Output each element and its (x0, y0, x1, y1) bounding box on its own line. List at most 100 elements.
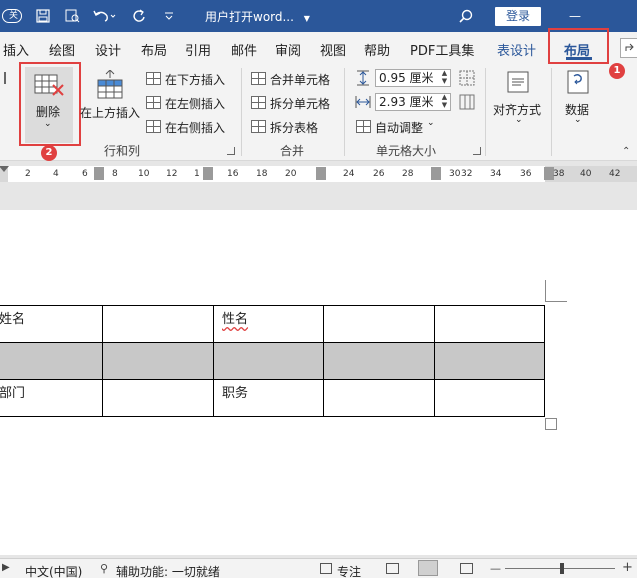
print-layout-icon[interactable] (418, 560, 438, 576)
rows-columns-dialog-launcher-icon[interactable] (227, 147, 235, 155)
table-cell[interactable] (0, 342, 103, 380)
cell-size-dialog-launcher-icon[interactable] (473, 147, 481, 155)
collapse-ribbon-icon[interactable]: ⌃ (622, 146, 630, 157)
ribbon-separator (551, 68, 552, 156)
insert-right-button[interactable]: 在右侧插入 (145, 118, 235, 136)
tab-references[interactable]: 引用 (185, 40, 211, 59)
row-height-icon (357, 70, 369, 86)
autofit-chevron-down-icon: ⌄ (427, 118, 435, 128)
title-bar: 关 用户打开word... ▼ 登录 — (0, 0, 637, 32)
table-row-selected[interactable] (0, 342, 545, 380)
column-width-spinner[interactable]: ▲ ▼ (439, 93, 450, 111)
insert-right-label: 在右侧插入 (165, 121, 226, 135)
split-table-label: 拆分表格 (270, 121, 319, 135)
focus-mode-button[interactable]: 专注 (337, 563, 361, 578)
table-cell[interactable] (102, 305, 214, 343)
document-table[interactable]: 姓名 性名 部门 职务 (0, 305, 545, 417)
tab-draw[interactable]: 绘图 (49, 40, 75, 59)
ruler-tick-label: 1 (194, 169, 200, 179)
quick-access-chevron-icon[interactable] (160, 0, 178, 32)
distribute-columns-icon[interactable] (459, 94, 475, 110)
tab-design[interactable]: 设计 (95, 40, 121, 59)
column-width-icon (355, 96, 371, 108)
autosave-toggle[interactable]: 关 (0, 0, 24, 32)
undo-icon[interactable] (90, 0, 120, 32)
table-cell[interactable] (102, 342, 214, 380)
zoom-out-icon[interactable]: — (490, 562, 501, 575)
tab-layout[interactable]: 布局 (141, 40, 167, 59)
table-cell[interactable] (323, 379, 435, 417)
table-cell-text-misspelled: 性名 (222, 312, 249, 327)
zoom-slider-thumb[interactable] (560, 563, 564, 574)
table-row[interactable]: 姓名 性名 (0, 305, 545, 343)
redo-icon[interactable] (128, 0, 150, 32)
tab-mailings[interactable]: 邮件 (231, 40, 257, 59)
merge-cells-label: 合并单元格 (270, 73, 331, 87)
tab-view[interactable]: 视图 (320, 40, 346, 59)
table-cell[interactable] (323, 305, 435, 343)
table-cell[interactable]: 姓名 (0, 305, 103, 343)
data-icon (567, 70, 589, 94)
autofit-button[interactable]: 自动调整 ⌄ (355, 118, 440, 136)
select-icon[interactable] (0, 72, 6, 84)
save-icon[interactable] (32, 0, 54, 32)
split-table-button[interactable]: 拆分表格 (250, 118, 340, 136)
data-button[interactable]: 数据 ⌄ (558, 67, 598, 133)
tab-review[interactable]: 审阅 (275, 40, 301, 59)
read-mode-icon[interactable] (386, 563, 399, 574)
ruler-column-marker[interactable] (431, 167, 441, 180)
row-height-value: 0.95 厘米 (379, 71, 434, 85)
ruler-tick-label: 20 (285, 169, 297, 179)
alignment-button[interactable]: 对齐方式 ⌄ (490, 67, 546, 133)
table-resize-handle[interactable] (545, 418, 557, 430)
ruler-column-marker[interactable] (94, 167, 104, 180)
table-grid-icon[interactable] (459, 70, 475, 86)
web-layout-icon[interactable] (460, 563, 473, 574)
share-icon[interactable] (620, 38, 637, 58)
document-title[interactable]: 用户打开word... ▼ (205, 8, 310, 25)
ruler-column-marker[interactable] (203, 167, 213, 180)
table-cell[interactable] (213, 342, 324, 380)
insert-left-button[interactable]: 在左侧插入 (145, 94, 235, 112)
ruler-tick-label: 30 (449, 169, 461, 179)
search-icon[interactable] (455, 0, 477, 32)
tab-insert[interactable]: 插入 (3, 40, 29, 59)
login-button[interactable]: 登录 (495, 7, 541, 26)
title-chevron-down-icon: ▼ (303, 14, 310, 23)
tab-table-design[interactable]: 表设计 (497, 40, 536, 59)
ruler-tick-label: 42 (609, 169, 621, 179)
zoom-in-icon[interactable]: + (622, 560, 633, 575)
table-cell[interactable] (434, 379, 545, 417)
ribbon-separator (485, 68, 486, 156)
insert-left-label: 在左侧插入 (165, 97, 226, 111)
language-status[interactable]: 中文(中国) (25, 563, 82, 578)
ruler-indent-marker[interactable] (0, 166, 9, 172)
merge-cells-button[interactable]: 合并单元格 (250, 70, 340, 88)
ruler-column-marker[interactable] (316, 167, 326, 180)
focus-icon (320, 563, 332, 574)
table-cell[interactable]: 性名 (213, 305, 324, 343)
ruler-tick-label: 8 (112, 169, 118, 179)
table-cell[interactable] (434, 305, 545, 343)
table-cell[interactable] (323, 342, 435, 380)
status-arrow-icon: ▶ (2, 562, 10, 573)
print-preview-icon[interactable] (60, 0, 84, 32)
table-cell[interactable] (434, 342, 545, 380)
insert-above-button[interactable]: 在上方插入 (80, 67, 140, 123)
accessibility-status[interactable]: 辅助功能: 一切就绪 (116, 563, 220, 578)
table-cell[interactable] (102, 379, 214, 417)
table-cell[interactable]: 职务 (213, 379, 324, 417)
row-height-spinner[interactable]: ▲ ▼ (439, 69, 450, 87)
ruler-tick-label: 18 (256, 169, 268, 179)
ruler-tick-label: 28 (402, 169, 414, 179)
insert-below-button[interactable]: 在下方插入 (145, 70, 235, 88)
split-cells-icon (251, 96, 266, 109)
highlight-box-delete (19, 62, 81, 146)
split-cells-button[interactable]: 拆分单元格 (250, 94, 340, 112)
ruler-tick-label: 12 (166, 169, 178, 179)
table-row[interactable]: 部门 职务 (0, 379, 545, 417)
tab-pdf-tools[interactable]: PDF工具集 (410, 40, 474, 59)
table-cell[interactable]: 部门 (0, 379, 103, 417)
insert-left-icon (146, 96, 161, 109)
tab-help[interactable]: 帮助 (364, 40, 390, 59)
